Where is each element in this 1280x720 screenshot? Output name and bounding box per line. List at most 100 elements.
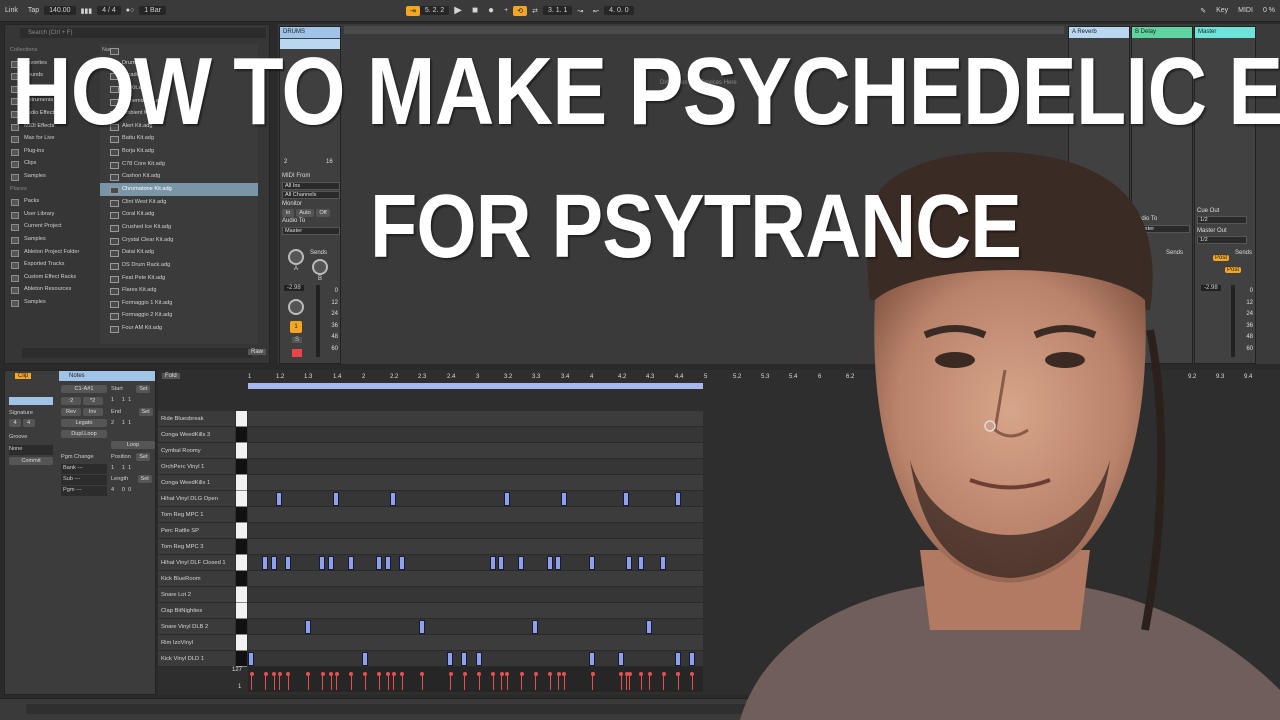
velocity-marker[interactable]	[334, 672, 339, 690]
velocity-marker[interactable]	[619, 672, 624, 690]
velocity-lane[interactable]	[248, 667, 703, 692]
velocity-marker[interactable]	[661, 672, 666, 690]
velocity-marker[interactable]	[690, 672, 695, 690]
lane-name[interactable]: Conga WeedKills 1	[158, 475, 235, 491]
monitor-in-button[interactable]: In	[282, 209, 294, 217]
track-title-delay[interactable]: B Delay	[1132, 27, 1192, 38]
key-map-button[interactable]: Key	[1211, 7, 1233, 14]
sidebar-item[interactable]: Plug-ins	[8, 145, 96, 158]
legato-button[interactable]: Legato	[61, 419, 107, 427]
lane-grid[interactable]	[248, 491, 703, 507]
solo-button[interactable]: S	[292, 337, 302, 343]
record-state-icon[interactable]: ●○	[121, 7, 139, 14]
list-item[interactable]: Borja Kit.adg	[100, 145, 258, 158]
midi-note[interactable]	[270, 556, 277, 570]
piano-key[interactable]	[236, 443, 247, 459]
velocity-marker[interactable]	[462, 672, 467, 690]
velocity-marker[interactable]	[386, 672, 390, 690]
piano-key[interactable]	[236, 427, 247, 443]
midi-note[interactable]	[284, 556, 291, 570]
start-fields[interactable]: 1 1 1	[111, 396, 131, 406]
signature-fields[interactable]: 4 4	[9, 419, 35, 429]
arrangement-position[interactable]: 5. 2. 2	[419, 6, 450, 15]
list-item[interactable]: Flares Kit.adg	[100, 284, 258, 297]
velocity-marker[interactable]	[676, 672, 681, 690]
velocity-marker[interactable]	[272, 672, 277, 690]
velocity-marker[interactable]	[533, 672, 538, 690]
dupl-loop-button[interactable]: Dupl.Loop	[61, 430, 107, 438]
lane-name[interactable]: OrchPerc Vinyl 1	[158, 459, 235, 475]
signature-field[interactable]: 4 / 4	[97, 6, 121, 15]
piano-key[interactable]	[236, 459, 247, 475]
piano-key[interactable]	[236, 507, 247, 523]
track-activator[interactable]: 1	[290, 321, 302, 333]
midi-note[interactable]	[327, 556, 334, 570]
punch-in-icon[interactable]: ↝	[572, 7, 588, 15]
midi-note[interactable]	[589, 652, 596, 666]
place-item[interactable]: Ableton Project Folder	[8, 246, 96, 259]
velocity-marker[interactable]	[377, 672, 382, 690]
list-item[interactable]: Cashon Kit.adg	[100, 170, 258, 183]
velocity-marker[interactable]	[491, 672, 496, 690]
length-fields[interactable]: 4 0 0	[111, 486, 131, 496]
position-fields[interactable]: 1 1 1	[111, 464, 131, 474]
midi-note[interactable]	[503, 492, 510, 506]
midi-note[interactable]	[304, 620, 311, 634]
velocity-marker[interactable]	[363, 672, 368, 690]
play-icon[interactable]: ▶	[449, 5, 467, 16]
overdub-icon[interactable]: +	[499, 7, 513, 14]
list-item[interactable]: DS Drum Rack.adg	[100, 259, 258, 272]
clip-tab[interactable]: Clip	[5, 371, 57, 381]
lane-grid[interactable]	[248, 539, 703, 555]
lane-grid[interactable]	[248, 587, 703, 603]
midi-note[interactable]	[688, 652, 695, 666]
midi-note[interactable]	[532, 620, 539, 634]
clip-name-field[interactable]	[9, 397, 53, 405]
piano-key[interactable]	[236, 651, 247, 667]
midi-note[interactable]	[489, 556, 496, 570]
lane-grid[interactable]	[248, 603, 703, 619]
piano-key[interactable]	[236, 619, 247, 635]
midi-note[interactable]	[646, 620, 653, 634]
sidebar-item[interactable]: Clips	[8, 157, 96, 170]
notes-tab[interactable]: Notes	[59, 371, 155, 381]
piano-key[interactable]	[236, 411, 247, 427]
lane-name[interactable]: Kick BlueRoom	[158, 571, 235, 587]
end-fields[interactable]: 2 1 1	[111, 419, 131, 429]
browser-search-input[interactable]: Search (Ctrl + F)	[20, 28, 266, 38]
velocity-marker[interactable]	[329, 672, 334, 690]
lane-name[interactable]: Perc Rattle SP	[158, 523, 235, 539]
velocity-marker[interactable]	[320, 672, 325, 690]
piano-key[interactable]	[236, 603, 247, 619]
place-item[interactable]: Samples	[8, 233, 96, 246]
velocity-marker[interactable]	[306, 672, 311, 690]
monitor-off-button[interactable]: Off	[316, 209, 330, 217]
midi-note[interactable]	[447, 652, 454, 666]
lane-name[interactable]: Clap BitNighties	[158, 603, 235, 619]
fold-button[interactable]: Fold	[162, 373, 180, 379]
midi-note[interactable]	[390, 492, 397, 506]
midi-from-select[interactable]: All Ins	[282, 182, 340, 190]
list-item[interactable]: Crystal Clear Kit.adg	[100, 234, 258, 247]
midi-note[interactable]	[262, 556, 269, 570]
lane-grid[interactable]	[248, 411, 703, 427]
lane-name[interactable]: Ride Bluesbreak	[158, 411, 235, 427]
midi-note[interactable]	[398, 556, 405, 570]
stop-icon[interactable]: ■	[467, 5, 483, 16]
velocity-marker[interactable]	[263, 672, 268, 690]
velocity-marker[interactable]	[562, 672, 567, 690]
send-a-knob[interactable]	[288, 249, 304, 265]
list-item[interactable]: Formaggio 1 Kit.adg	[100, 297, 258, 310]
velocity-marker[interactable]	[548, 672, 553, 690]
sidebar-item[interactable]: Samples	[8, 170, 96, 183]
track-title-master[interactable]: Master	[1195, 27, 1255, 38]
midi-note[interactable]	[674, 652, 681, 666]
tap-button[interactable]: Tap	[23, 7, 44, 14]
lane-name[interactable]: Snare Lot 2	[158, 587, 235, 603]
velocity-marker[interactable]	[519, 672, 524, 690]
piano-key[interactable]	[236, 555, 247, 571]
lane-name[interactable]: Conga WeedKills 3	[158, 427, 235, 443]
lane-name[interactable]: Tom Reg MPC 1	[158, 507, 235, 523]
midi-note[interactable]	[276, 492, 283, 506]
lane-name[interactable]: Hihat Vinyl DLG Open	[158, 491, 235, 507]
